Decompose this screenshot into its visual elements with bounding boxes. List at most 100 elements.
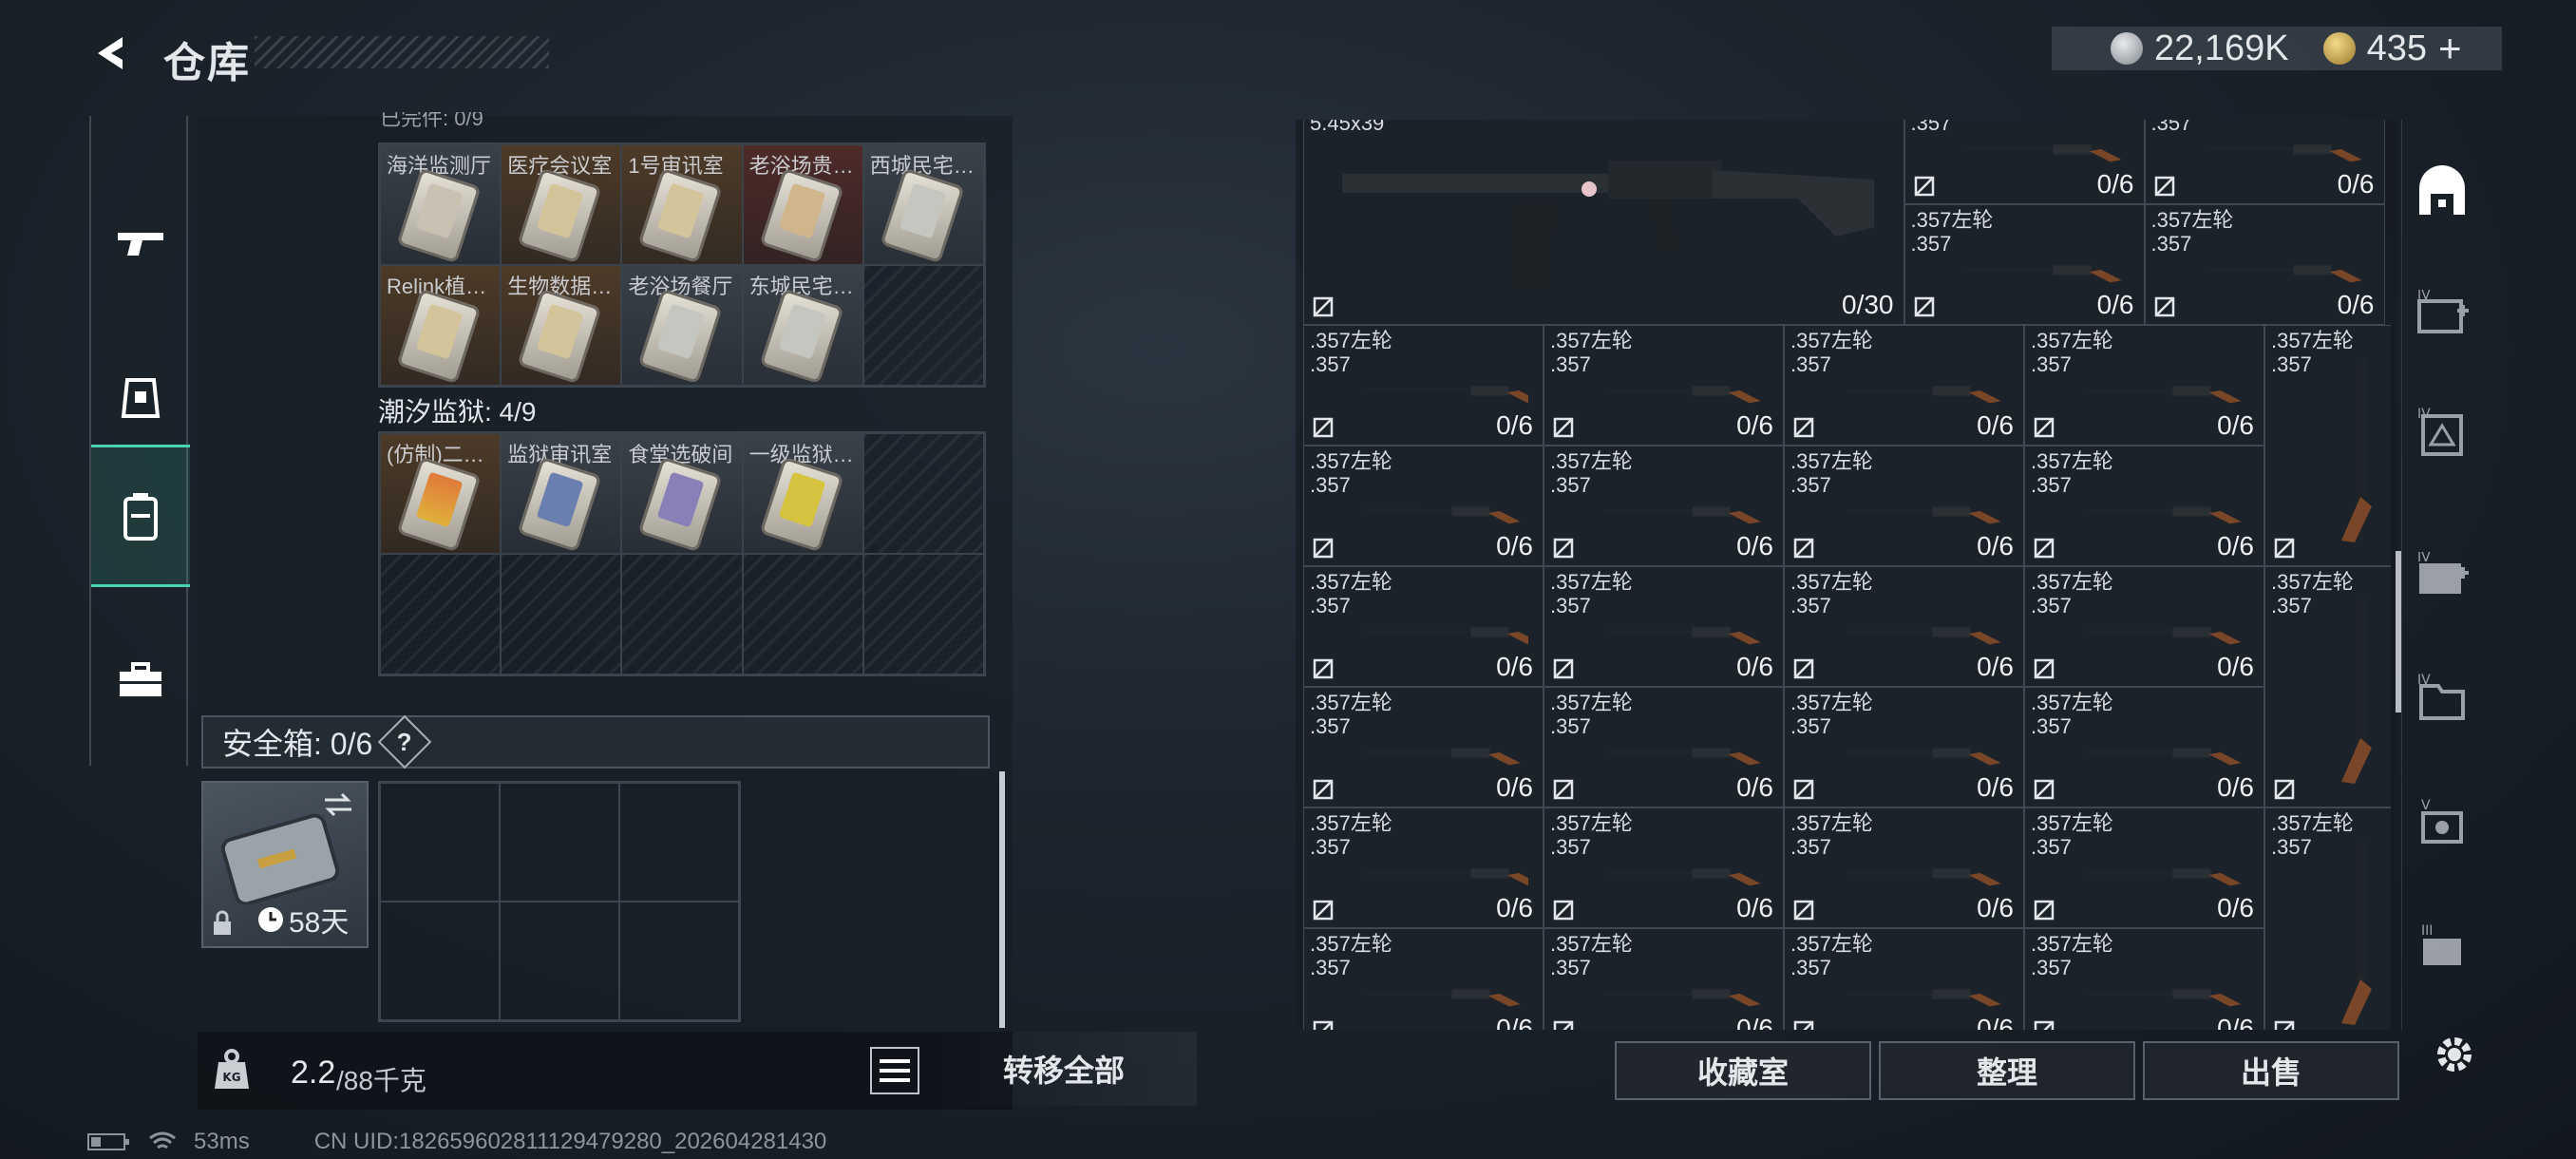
unlocked-mark-icon: [1313, 779, 1334, 800]
category-all[interactable]: [2414, 163, 2471, 220]
weapon-cell-tall[interactable]: .357左轮.3570/6: [2264, 566, 2391, 808]
ammo-count: 0/6: [1736, 531, 1773, 560]
weapon-cell[interactable]: .357左轮.3570/6: [1784, 687, 2024, 808]
weapon-cell[interactable]: .357左轮.3570/6: [1544, 928, 1784, 1030]
lock-icon: [214, 910, 231, 935]
empty-slot: [619, 902, 739, 1020]
weapon-cell[interactable]: .357左轮.3570/6: [1784, 325, 2024, 446]
storage-grid-1: 海洋监测厅 医疗会议室 1号审讯室 老浴场贵… 西城民宅… Relink植… 生…: [378, 142, 986, 388]
keycard-icon: [759, 288, 843, 385]
weapon-cell[interactable]: .357左轮.3570/6: [1544, 446, 1784, 566]
item-card[interactable]: Relink植…: [380, 265, 502, 386]
revolver-icon: [1606, 748, 1761, 766]
empty-slot: [501, 554, 622, 674]
weapon-name: .357左轮: [1550, 691, 1633, 714]
revolver-icon: [1366, 748, 1521, 766]
revolver-icon: [2087, 506, 2242, 524]
weapon-cell[interactable]: .357左轮.3570/6: [1784, 808, 2024, 928]
category-medical-4[interactable]: IV: [2414, 285, 2471, 342]
sell-button[interactable]: 出售: [2143, 1041, 2399, 1100]
weapon-caliber: .357: [2031, 835, 2072, 859]
weapon-cell[interactable]: .357左轮.3570/6: [2024, 566, 2264, 687]
unlocked-mark-icon: [1553, 1020, 1574, 1030]
weapon-cell[interactable]: .357左轮.3570/6: [1544, 325, 1784, 446]
unlocked-mark-icon: [1313, 900, 1334, 921]
weapon-cell-main[interactable]: KC175.45x390/30: [1303, 120, 1904, 325]
collection-room-button[interactable]: 收藏室: [1615, 1041, 1871, 1100]
nav-tools[interactable]: [91, 610, 190, 752]
weapon-cell[interactable]: .357左轮.3570/6: [1544, 808, 1784, 928]
weapon-cell[interactable]: .357左轮.3570/6: [2024, 446, 2264, 566]
empty-slot: [380, 554, 502, 674]
item-card[interactable]: (仿制)二…: [380, 433, 502, 554]
item-card[interactable]: 1号审讯室: [621, 144, 743, 265]
back-button[interactable]: [85, 27, 139, 80]
left-scrollbar[interactable]: [999, 771, 1005, 1028]
item-card[interactable]: 一级监狱…: [742, 433, 863, 554]
add-currency-button[interactable]: +: [2438, 26, 2462, 71]
weapon-name: .357左轮: [2031, 691, 2113, 714]
unlocked-mark-icon: [2034, 538, 2055, 559]
weapon-cell[interactable]: .357左轮.3570/6: [1784, 928, 2024, 1030]
settings-button[interactable]: [2424, 1024, 2485, 1085]
svg-text:KG: KG: [222, 1071, 240, 1084]
weapon-cell[interactable]: .357左轮.3570/6: [1303, 687, 1544, 808]
toolbox-icon: [120, 662, 161, 696]
item-card[interactable]: 食堂选破间: [621, 433, 743, 554]
list-view-button[interactable]: [870, 1047, 919, 1094]
swap-icon[interactable]: [321, 790, 355, 819]
weapon-cell[interactable]: .357左轮.3570/6: [2024, 325, 2264, 446]
safe-box-item[interactable]: 58天: [201, 781, 369, 948]
weapon-cell[interactable]: .357左轮.3570/6: [1544, 687, 1784, 808]
transfer-all-button[interactable]: 转移全部: [931, 1032, 1197, 1106]
category-supplies-3[interactable]: III: [2414, 920, 2471, 977]
item-card[interactable]: 生物数据…: [501, 265, 622, 386]
weapon-name: .357左轮: [2031, 570, 2113, 594]
weapon-cell[interactable]: .357左轮.3570/6: [1303, 325, 1544, 446]
organize-button[interactable]: 整理: [1879, 1041, 2135, 1100]
svg-text:IV: IV: [2417, 290, 2431, 303]
nav-weapons[interactable]: [91, 173, 190, 315]
nav-backpack[interactable]: [91, 445, 190, 587]
item-card[interactable]: 老浴场餐厅: [621, 265, 743, 386]
item-card[interactable]: 东城民宅…: [742, 265, 863, 386]
item-card[interactable]: 西城民宅…: [862, 144, 984, 265]
keycard-icon: [880, 167, 965, 264]
weapon-cell[interactable]: .357左轮.3570/6: [1784, 566, 2024, 687]
revolver-icon: [1847, 627, 2001, 645]
weapon-cell[interactable]: .357左轮.3570/6: [1303, 928, 1544, 1030]
category-medical-4b[interactable]: IV: [2414, 547, 2471, 604]
item-card[interactable]: 老浴场贵…: [742, 144, 863, 265]
weapon-cell[interactable]: .357左轮.3570/6: [1303, 446, 1544, 566]
svg-text:IV: IV: [2417, 552, 2431, 565]
category-valuables-5[interactable]: V: [2414, 796, 2471, 853]
weapon-cell-tall[interactable]: .357左轮.3570/6: [2264, 325, 2391, 566]
category-armor-4[interactable]: IV: [2414, 405, 2471, 462]
item-card[interactable]: 医疗会议室: [501, 144, 622, 265]
weapon-cell[interactable]: .357左轮.3570/6: [1784, 446, 2024, 566]
weapon-cell[interactable]: .357左轮.3570/6: [2024, 808, 2264, 928]
item-card[interactable]: 监狱审讯室: [501, 433, 622, 554]
weapon-cell[interactable]: .357左轮.3570/6: [1303, 566, 1544, 687]
weapon-cell[interactable]: .357左轮.3570/6: [1303, 808, 1544, 928]
list-icon: [880, 1059, 910, 1063]
safe-box-bar: 安全箱: 0/6 ?: [201, 714, 990, 770]
ammo-count: 0/6: [1977, 772, 2014, 802]
keycard-icon: [396, 456, 482, 553]
storage-grid-2: (仿制)二… 监狱审讯室 食堂选破间 一级监狱…: [378, 431, 986, 676]
item-card[interactable]: 海洋监测厅: [380, 144, 502, 265]
weapon-cell[interactable]: .357左轮.3570/6: [1544, 566, 1784, 687]
help-button[interactable]: ?: [377, 714, 432, 770]
ammo-count: 0/6: [2096, 169, 2134, 199]
weapon-cell[interactable]: .357左轮.3570/6: [1904, 204, 2145, 325]
weapon-cell[interactable]: .357左轮.3570/6: [2024, 687, 2264, 808]
category-documents-4[interactable]: IV: [2414, 671, 2471, 728]
weapon-cell[interactable]: .357左轮.3570/6: [2024, 928, 2264, 1030]
weapon-cell[interactable]: .357左轮.3570/6: [1904, 120, 2145, 204]
unlocked-mark-icon: [1914, 296, 1934, 317]
weapon-cell-tall[interactable]: .357左轮.3570/6: [2264, 808, 2391, 1030]
weight-bar: KG 2.2 /88千克 转移全部: [198, 1032, 1197, 1110]
weapon-cell[interactable]: .357左轮.3570/6: [2144, 204, 2385, 325]
weapon-cell[interactable]: .357左轮.3570/6: [2144, 120, 2385, 204]
weapon-name: .357左轮: [1550, 329, 1633, 352]
